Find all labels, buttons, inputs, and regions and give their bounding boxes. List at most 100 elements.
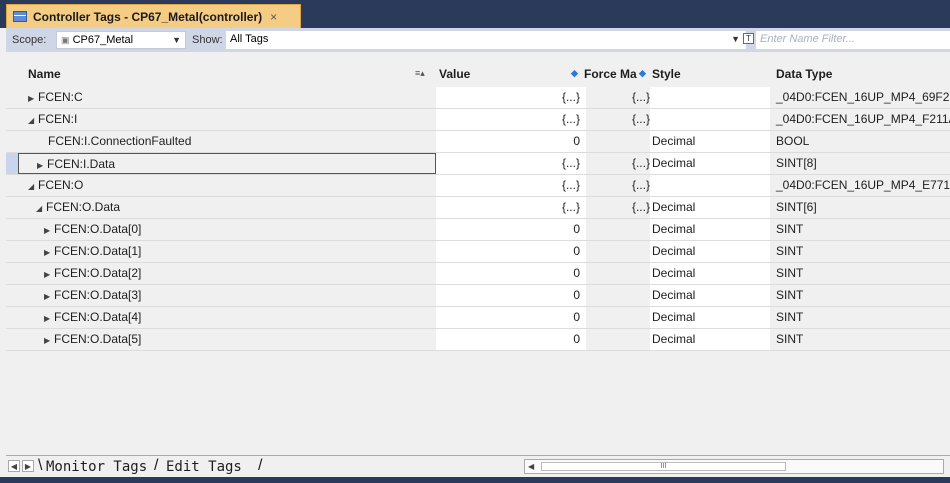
tag-name-cell[interactable]: ▶ FCEN:O.Data[3] — [18, 285, 436, 306]
table-row[interactable]: ◢ FCEN:O.Data {...} {...} Decimal SINT[6] — [6, 197, 950, 219]
column-header-value[interactable]: Value — [439, 67, 470, 81]
table-row[interactable]: ▶ FCEN:O.Data[5] 0 Decimal SINT — [6, 329, 950, 351]
collapse-icon[interactable]: ◢ — [28, 110, 38, 131]
value-cell[interactable]: 0 — [436, 241, 586, 262]
force-mask-cell[interactable] — [588, 285, 650, 306]
data-type-cell[interactable]: SINT — [772, 285, 950, 306]
table-row[interactable]: ▶ FCEN:C {...} {...} _04D0:FCEN_16UP_MP4_69F… — [6, 87, 950, 109]
style-cell[interactable] — [650, 175, 770, 196]
expand-icon[interactable]: ▶ — [44, 264, 54, 285]
data-type-cell[interactable]: SINT — [772, 241, 950, 262]
table-row[interactable]: ▶ FCEN:O.Data[1] 0 Decimal SINT — [6, 241, 950, 263]
column-header-style[interactable]: Style — [652, 67, 681, 81]
value-cell[interactable]: 0 — [436, 307, 586, 328]
horizontal-scrollbar[interactable]: ◀ III — [524, 459, 944, 474]
style-cell[interactable]: Decimal — [650, 285, 770, 306]
tag-name-cell[interactable]: ▶ FCEN:O.Data[5] — [18, 329, 436, 350]
style-cell[interactable]: Decimal — [650, 241, 770, 262]
expand-icon[interactable]: ▶ — [44, 286, 54, 307]
value-cell[interactable]: {...} — [436, 153, 586, 174]
tag-name-cell[interactable]: ▶ FCEN:C — [18, 87, 436, 108]
tag-name-cell[interactable]: ◢ FCEN:I — [18, 109, 436, 130]
tab-edit-tags[interactable]: Edit Tags — [166, 458, 242, 476]
table-row[interactable]: FCEN:I.ConnectionFaulted 0 Decimal BOOL — [6, 131, 950, 153]
data-type-cell[interactable]: _04D0:FCEN_16UP_MP4_F211A... — [772, 109, 950, 130]
expand-icon[interactable]: ▶ — [28, 88, 38, 109]
force-mask-cell[interactable] — [588, 241, 650, 262]
filter-icon[interactable]: T — [743, 33, 754, 44]
table-row[interactable]: ◢ FCEN:O {...} {...} _04D0:FCEN_16UP_MP4_E77… — [6, 175, 950, 197]
value-cell[interactable]: {...} — [436, 109, 586, 130]
tag-name-cell[interactable]: ◢ FCEN:O — [18, 175, 436, 196]
force-mask-cell[interactable]: {...} — [588, 175, 650, 196]
data-type-cell[interactable]: _04D0:FCEN_16UP_MP4_69F26... — [772, 87, 950, 108]
force-mask-cell[interactable]: {...} — [588, 153, 650, 174]
style-cell[interactable] — [650, 109, 770, 130]
data-type-cell[interactable]: SINT — [772, 219, 950, 240]
force-mask-cell[interactable] — [588, 263, 650, 284]
column-header-name[interactable]: Name — [28, 67, 61, 81]
tag-name-cell[interactable]: ◢ FCEN:O.Data — [18, 197, 436, 218]
style-cell[interactable] — [650, 87, 770, 108]
value-cell[interactable]: 0 — [436, 263, 586, 284]
data-type-cell[interactable]: SINT — [772, 263, 950, 284]
data-type-cell[interactable]: SINT[6] — [772, 197, 950, 218]
value-cell[interactable]: {...} — [436, 197, 586, 218]
force-mask-cell[interactable]: {...} — [588, 197, 650, 218]
close-icon[interactable]: × — [270, 10, 277, 24]
force-mask-cell[interactable]: {...} — [588, 87, 650, 108]
tag-name-cell[interactable]: ▶ FCEN:O.Data[0] — [18, 219, 436, 240]
table-row[interactable]: ▶ FCEN:I.Data {...} {...} Decimal SINT[8] — [6, 153, 950, 175]
tag-name-cell[interactable]: ▶ FCEN:O.Data[1] — [18, 241, 436, 262]
sort-icon[interactable]: ≡▴ — [415, 68, 425, 79]
scroll-thumb[interactable]: III — [541, 462, 786, 471]
value-cell[interactable]: 0 — [436, 131, 586, 152]
tag-name-cell[interactable]: ▶ FCEN:O.Data[4] — [18, 307, 436, 328]
show-dropdown[interactable]: All Tags ▼ — [226, 31, 746, 49]
table-row[interactable]: ▶ FCEN:O.Data[4] 0 Decimal SINT — [6, 307, 950, 329]
collapse-icon[interactable]: ◢ — [28, 176, 38, 197]
value-cell[interactable]: {...} — [436, 175, 586, 196]
tab-controller-tags[interactable]: Controller Tags - CP67_Metal(controller)… — [6, 4, 301, 28]
scope-dropdown[interactable]: ▣ CP67_Metal ▼ — [56, 31, 186, 49]
expand-icon[interactable]: ▶ — [44, 308, 54, 329]
style-cell[interactable]: Decimal — [650, 307, 770, 328]
force-mask-cell[interactable] — [588, 329, 650, 350]
style-cell[interactable]: Decimal — [650, 219, 770, 240]
tag-name-cell[interactable]: ▶ FCEN:O.Data[2] — [18, 263, 436, 284]
style-cell[interactable]: Decimal — [650, 131, 770, 152]
style-cell[interactable]: Decimal — [650, 153, 770, 174]
force-mask-cell[interactable] — [588, 307, 650, 328]
value-cell[interactable]: 0 — [436, 285, 586, 306]
chevron-right-icon[interactable]: ▶ — [22, 460, 34, 472]
table-row[interactable]: ▶ FCEN:O.Data[3] 0 Decimal SINT — [6, 285, 950, 307]
column-header-force-mask[interactable]: Force Ma — [584, 67, 637, 81]
expand-icon[interactable]: ▶ — [44, 242, 54, 263]
data-type-cell[interactable]: SINT — [772, 329, 950, 350]
collapse-icon[interactable]: ◢ — [36, 198, 46, 219]
value-cell[interactable]: {...} — [436, 87, 586, 108]
data-type-cell[interactable]: SINT — [772, 307, 950, 328]
force-mask-cell[interactable] — [588, 219, 650, 240]
style-cell[interactable]: Decimal — [650, 329, 770, 350]
tab-monitor-tags[interactable]: Monitor Tags — [46, 458, 147, 476]
style-cell[interactable]: Decimal — [650, 263, 770, 284]
value-cell[interactable]: 0 — [436, 329, 586, 350]
expand-icon[interactable]: ▶ — [37, 155, 47, 176]
force-mask-cell[interactable]: {...} — [588, 109, 650, 130]
name-filter-input[interactable]: Enter Name Filter... — [756, 31, 950, 49]
table-row[interactable]: ▶ FCEN:O.Data[0] 0 Decimal SINT — [6, 219, 950, 241]
data-type-cell[interactable]: SINT[8] — [772, 153, 950, 174]
expand-icon[interactable]: ▶ — [44, 220, 54, 241]
value-cell[interactable]: 0 — [436, 219, 586, 240]
force-mask-cell[interactable] — [588, 131, 650, 152]
chevron-left-icon[interactable]: ◀ — [8, 460, 20, 472]
tag-name-cell[interactable]: ▶ FCEN:I.Data — [18, 153, 436, 174]
style-cell[interactable]: Decimal — [650, 197, 770, 218]
table-row[interactable]: ▶ FCEN:O.Data[2] 0 Decimal SINT — [6, 263, 950, 285]
data-type-cell[interactable]: BOOL — [772, 131, 950, 152]
table-row[interactable]: ◢ FCEN:I {...} {...} _04D0:FCEN_16UP_MP4_F21… — [6, 109, 950, 131]
scroll-left-icon[interactable]: ◀ — [528, 460, 534, 473]
expand-icon[interactable]: ▶ — [44, 330, 54, 351]
data-type-cell[interactable]: _04D0:FCEN_16UP_MP4_E771E... — [772, 175, 950, 196]
